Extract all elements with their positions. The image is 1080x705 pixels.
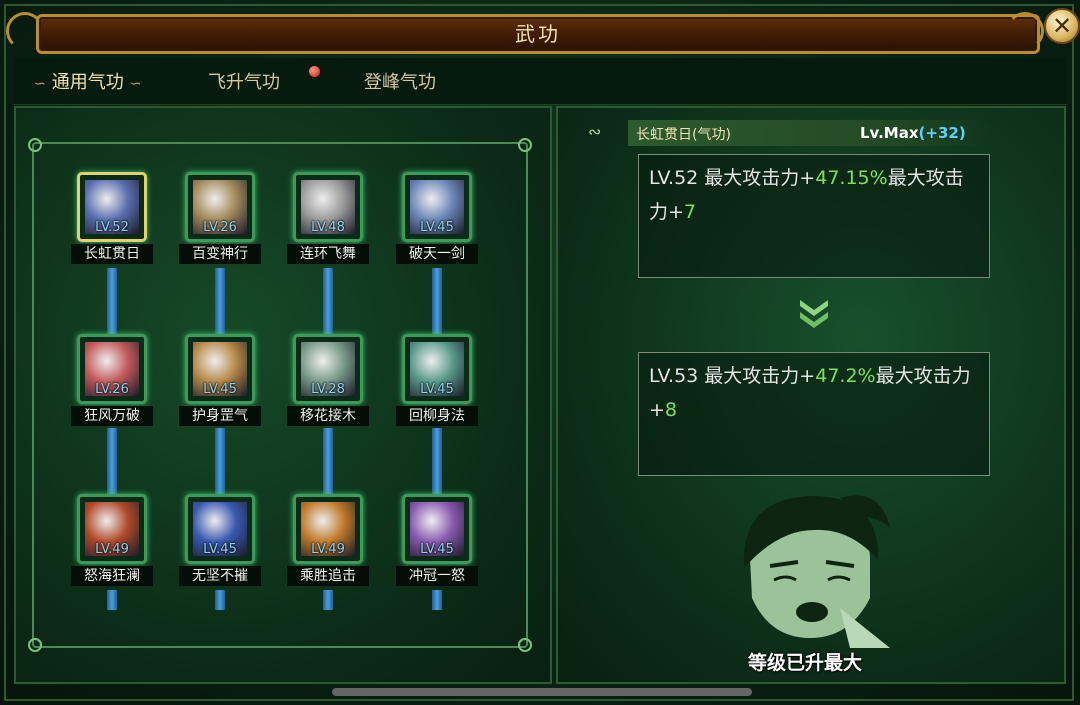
skill-slot[interactable]: LV.45 冲冠一怒 bbox=[396, 494, 478, 586]
skill-connector bbox=[432, 590, 442, 610]
tab-peak-qigong[interactable]: 登峰气功 bbox=[364, 68, 436, 94]
skill-level: LV.26 bbox=[95, 382, 129, 397]
tab-ornament-icon: ∽ bbox=[34, 76, 46, 92]
window-title: 武功 bbox=[515, 22, 561, 46]
skill-level: LV.49 bbox=[311, 542, 345, 557]
skill-icon-frame: LV.45 bbox=[402, 494, 472, 564]
skill-level: LV.26 bbox=[203, 220, 237, 235]
skill-icon-frame: LV.52 bbox=[77, 172, 147, 242]
skill-slot[interactable]: LV.45 无坚不摧 bbox=[179, 494, 261, 586]
skill-icon-frame: LV.45 bbox=[402, 172, 472, 242]
skill-slot[interactable]: LV.45 破天一剑 bbox=[396, 172, 478, 264]
skill-level: LV.45 bbox=[203, 542, 237, 557]
skill-name: 百变神行 bbox=[179, 244, 261, 264]
skill-connector bbox=[215, 268, 225, 336]
level-bonus: (+32) bbox=[918, 124, 966, 142]
skill-slot[interactable]: LV.45 回柳身法 bbox=[396, 334, 478, 426]
skill-level: LV.52 bbox=[95, 220, 129, 235]
skill-connector bbox=[107, 590, 117, 610]
chevron-down-icon bbox=[800, 300, 828, 328]
skill-level: LV.45 bbox=[420, 542, 454, 557]
tab-bar bbox=[14, 58, 1066, 105]
game-window: 武功 ✕ ∽ 通用气功 ∽ 飞升气功 登峰气功 LV.52 长虹贯日 LV.26 百变神行… bbox=[0, 0, 1080, 705]
ribbon-ornament-icon: ∾ bbox=[588, 122, 602, 141]
skill-slot[interactable]: LV.26 狂风万破 bbox=[71, 334, 153, 426]
skill-icon-frame: LV.26 bbox=[77, 334, 147, 404]
skill-icon-frame: LV.28 bbox=[293, 334, 363, 404]
skill-connector bbox=[432, 268, 442, 336]
close-button[interactable]: ✕ bbox=[1044, 8, 1080, 44]
ornament-right-curl bbox=[1006, 12, 1044, 50]
skill-name: 连环飞舞 bbox=[287, 244, 369, 264]
current-level-effect: LV.52 最大攻击力+47.15%最大攻击力+7 bbox=[638, 154, 990, 278]
skill-name: 乘胜追击 bbox=[287, 566, 369, 586]
skill-connector bbox=[215, 590, 225, 610]
skill-name: 狂风万破 bbox=[71, 406, 153, 426]
skill-slot[interactable]: LV.52 长虹贯日 bbox=[71, 172, 153, 264]
skill-name: 回柳身法 bbox=[396, 406, 478, 426]
notification-dot-icon bbox=[309, 66, 320, 77]
skill-icon-frame: LV.26 bbox=[185, 172, 255, 242]
tab-general-qigong[interactable]: ∽ 通用气功 ∽ bbox=[28, 68, 147, 94]
skill-icon-frame: LV.45 bbox=[185, 494, 255, 564]
skill-level: LV.49 bbox=[95, 542, 129, 557]
skill-slot[interactable]: LV.49 乘胜追击 bbox=[287, 494, 369, 586]
skill-name: 移花接木 bbox=[287, 406, 369, 426]
next-level-effect: LV.53 最大攻击力+47.2%最大攻击力+8 bbox=[638, 352, 990, 476]
skill-icon-frame: LV.48 bbox=[293, 172, 363, 242]
skill-name: 护身罡气 bbox=[179, 406, 261, 426]
frame-corner-ornament bbox=[518, 638, 532, 652]
skill-connector bbox=[323, 268, 333, 336]
skill-level: LV.45 bbox=[420, 220, 454, 235]
selected-skill-level: Lv.Max(+32) bbox=[860, 124, 966, 142]
skill-connector bbox=[215, 428, 225, 496]
skill-icon-frame: LV.49 bbox=[293, 494, 363, 564]
skill-connector bbox=[107, 268, 117, 336]
frame-corner-ornament bbox=[28, 638, 42, 652]
max-level-message: 等级已升最大 bbox=[748, 652, 863, 674]
skill-icon-frame: LV.49 bbox=[77, 494, 147, 564]
tab-ascension-qigong[interactable]: 飞升气功 bbox=[208, 68, 280, 94]
skill-level: LV.28 bbox=[311, 382, 345, 397]
skill-level: LV.45 bbox=[420, 382, 454, 397]
skill-level: LV.45 bbox=[203, 382, 237, 397]
title-bar: 武功 bbox=[36, 14, 1040, 54]
skill-slot[interactable]: LV.48 连环飞舞 bbox=[287, 172, 369, 264]
selected-skill-name: 长虹贯日(气功) bbox=[636, 127, 731, 143]
skill-connector bbox=[323, 428, 333, 496]
horizontal-scrollbar[interactable] bbox=[332, 688, 752, 696]
skill-slot[interactable]: LV.28 移花接木 bbox=[287, 334, 369, 426]
character-mascot-icon bbox=[743, 495, 890, 648]
skill-slot[interactable]: LV.26 百变神行 bbox=[179, 172, 261, 264]
frame-corner-ornament bbox=[28, 138, 42, 152]
skill-connector bbox=[107, 428, 117, 496]
skill-name: 无坚不摧 bbox=[179, 566, 261, 586]
frame-corner-ornament bbox=[518, 138, 532, 152]
skill-slot[interactable]: LV.45 护身罡气 bbox=[179, 334, 261, 426]
skill-name: 冲冠一怒 bbox=[396, 566, 478, 586]
skill-level: LV.48 bbox=[311, 220, 345, 235]
skill-name: 长虹贯日 bbox=[71, 244, 153, 264]
skill-connector bbox=[323, 590, 333, 610]
skill-slot[interactable]: LV.49 怒海狂澜 bbox=[71, 494, 153, 586]
skill-icon-frame: LV.45 bbox=[185, 334, 255, 404]
skill-name: 怒海狂澜 bbox=[71, 566, 153, 586]
skill-connector bbox=[432, 428, 442, 496]
close-icon: ✕ bbox=[1051, 12, 1073, 40]
skill-name: 破天一剑 bbox=[396, 244, 478, 264]
tab-ornament-icon: ∽ bbox=[129, 76, 142, 92]
skill-icon-frame: LV.45 bbox=[402, 334, 472, 404]
